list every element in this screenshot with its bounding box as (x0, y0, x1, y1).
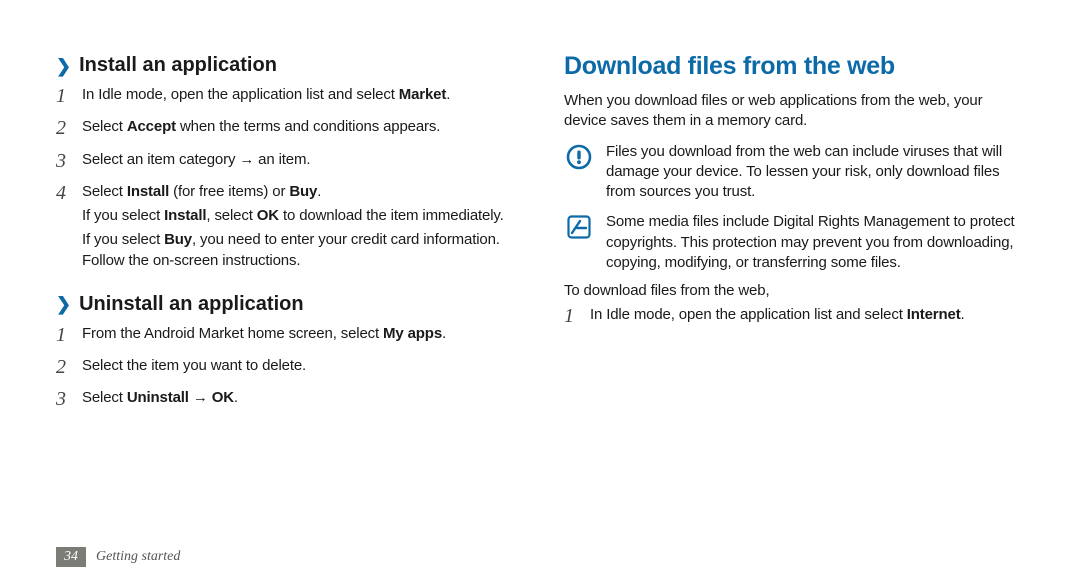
install-heading: ❯ Install an application (56, 54, 516, 77)
info-note: Some media files include Digital Rights … (564, 212, 1024, 273)
install-heading-text: Install an application (79, 54, 277, 77)
uninstall-heading-text: Uninstall an application (79, 293, 303, 316)
step: 3 Select an item category → an item. (56, 150, 516, 174)
step-number: 2 (56, 356, 72, 380)
step-body: From the Android Market home screen, sel… (82, 324, 446, 348)
step-text: Select the item you want to delete. (82, 356, 306, 376)
step-number: 3 (56, 150, 72, 174)
page-number: 34 (56, 547, 86, 567)
step: 2 Select the item you want to delete. (56, 356, 516, 380)
download-steps: 1 In Idle mode, open the application list… (564, 305, 1024, 329)
page-body: ❯ Install an application 1 In Idle mode, … (0, 0, 1080, 532)
step-number: 1 (56, 85, 72, 109)
step: 3 Select Uninstall → OK. (56, 388, 516, 412)
chevron-icon: ❯ (56, 57, 71, 75)
warning-icon (564, 142, 594, 203)
step: 1 In Idle mode, open the application list… (56, 85, 516, 109)
step-text: Select Accept when the terms and conditi… (82, 117, 440, 137)
section-name: Getting started (96, 549, 180, 565)
intro-text: When you download files or web applicati… (564, 91, 1024, 132)
step-body: Select Accept when the terms and conditi… (82, 117, 440, 141)
step-text: If you select Buy, you need to enter you… (82, 230, 516, 271)
left-column: ❯ Install an application 1 In Idle mode, … (56, 52, 516, 532)
step-body: Select Uninstall → OK. (82, 388, 238, 412)
step-body: Select an item category → an item. (82, 150, 310, 174)
chevron-icon: ❯ (56, 295, 71, 313)
step-body: Select Install (for free items) or Buy. I… (82, 182, 516, 275)
step-text: Select Uninstall → OK. (82, 388, 238, 408)
step: 1 From the Android Market home screen, se… (56, 324, 516, 348)
install-steps: 1 In Idle mode, open the application list… (56, 85, 516, 275)
step-text: In Idle mode, open the application list … (82, 85, 450, 105)
step-text: If you select Install, select OK to down… (82, 206, 516, 226)
step-body: In Idle mode, open the application list … (82, 85, 450, 109)
step-number: 3 (56, 388, 72, 412)
right-column: Download files from the web When you dow… (564, 52, 1024, 532)
warning-note: Files you download from the web can incl… (564, 142, 1024, 203)
step-number: 4 (56, 182, 72, 275)
section-title: Download files from the web (564, 52, 1024, 81)
step-text: From the Android Market home screen, sel… (82, 324, 446, 344)
step-body: Select the item you want to delete. (82, 356, 306, 380)
step-body: In Idle mode, open the application list … (590, 305, 965, 329)
step-number: 2 (56, 117, 72, 141)
step-text: In Idle mode, open the application list … (590, 305, 965, 325)
page-footer: 34 Getting started (0, 532, 1080, 572)
step-text: Select an item category → an item. (82, 150, 310, 170)
step-number: 1 (564, 305, 580, 329)
step: 4Select Install (for free items) or Buy.… (56, 182, 516, 275)
note-icon (564, 212, 594, 273)
step-text: Select Install (for free items) or Buy. (82, 182, 516, 202)
step: 1 In Idle mode, open the application list… (564, 305, 1024, 329)
uninstall-steps: 1 From the Android Market home screen, se… (56, 324, 516, 413)
lead-text: To download files from the web, (564, 281, 1024, 301)
step: 2 Select Accept when the terms and condit… (56, 117, 516, 141)
warning-text: Files you download from the web can incl… (606, 142, 1024, 203)
info-text: Some media files include Digital Rights … (606, 212, 1024, 273)
step-number: 1 (56, 324, 72, 348)
uninstall-heading: ❯ Uninstall an application (56, 293, 516, 316)
